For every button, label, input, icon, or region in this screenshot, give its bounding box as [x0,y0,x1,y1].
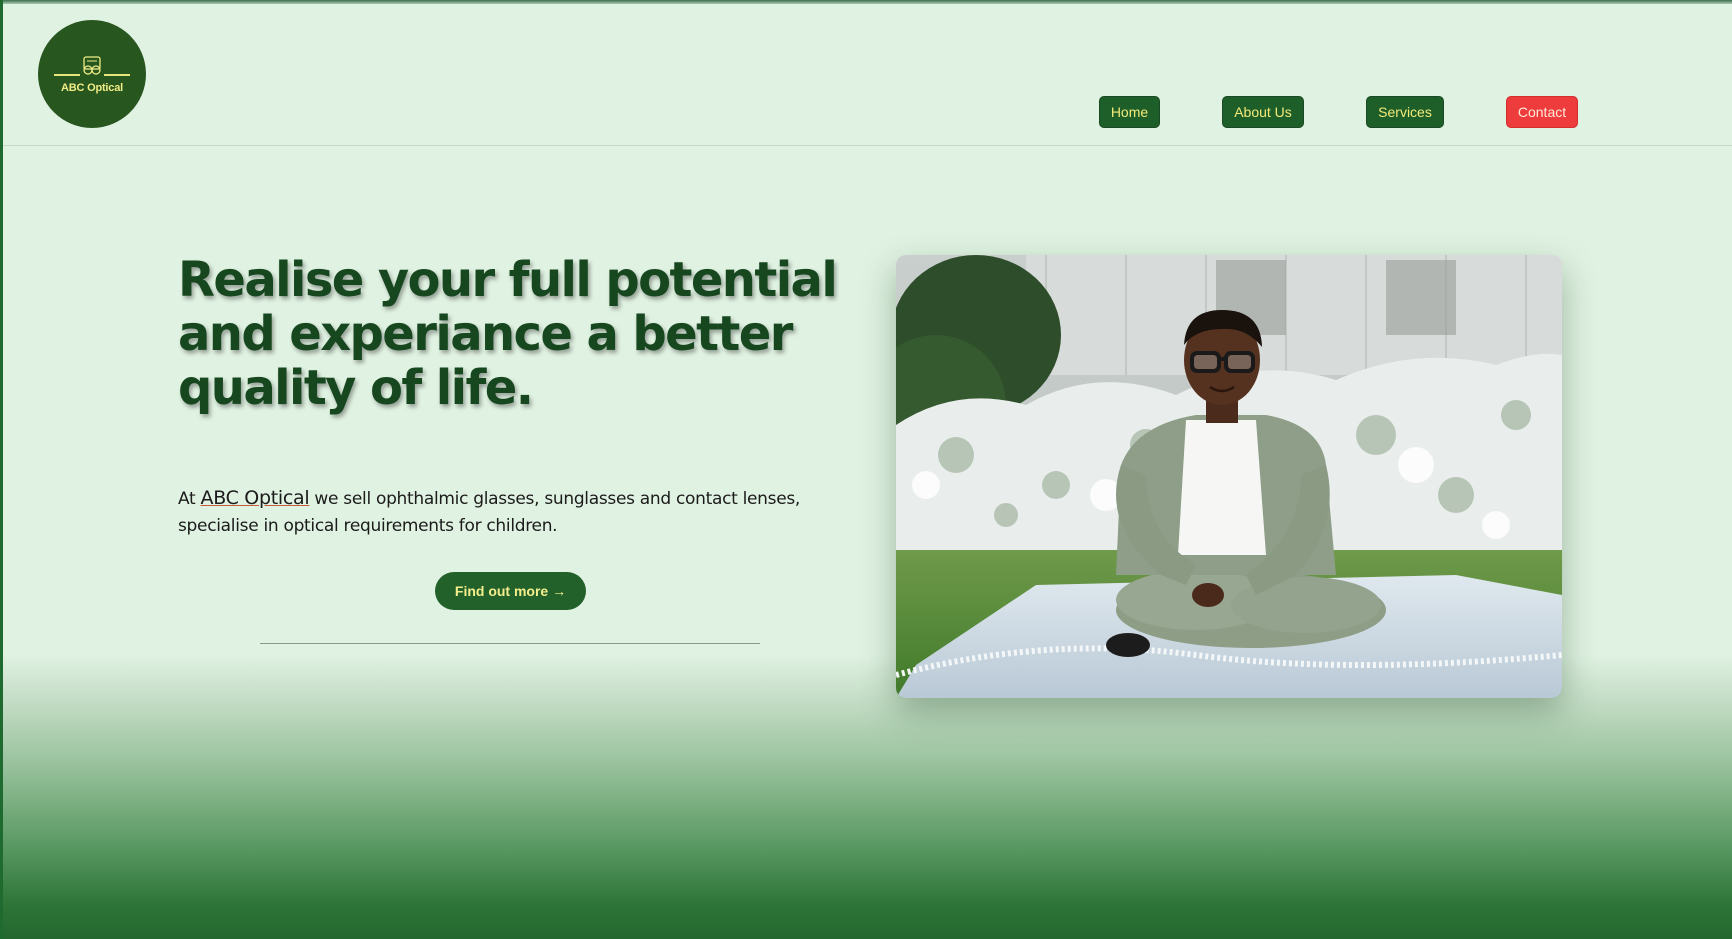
logo-line-left [54,74,80,76]
logo-text: ABC Optical [61,82,123,94]
site-header: ABC Optical Home About Us Services Conta… [3,4,1732,146]
hero-text-prefix: At [178,489,201,509]
photo-boy-with-glasses-icon [896,255,1562,698]
hero-description: At ABC Optical we sell ophthalmic glasse… [178,485,818,540]
nav-contact-button[interactable]: Contact [1506,96,1578,128]
page: ABC Optical Home About Us Services Conta… [3,0,1732,939]
glasses-logo-icon [83,56,101,75]
nav-services-button[interactable]: Services [1366,96,1444,128]
hero-title: Realise your full potential and experian… [178,252,838,416]
brand-link[interactable]: ABC Optical [201,487,310,509]
logo[interactable]: ABC Optical [38,20,146,128]
find-out-more-button[interactable]: Find out more → [435,572,586,610]
nav-home-button[interactable]: Home [1099,96,1160,128]
nav-about-button[interactable]: About Us [1222,96,1304,128]
hero-photo [896,255,1562,698]
divider [260,643,760,644]
logo-line-right [104,74,130,76]
